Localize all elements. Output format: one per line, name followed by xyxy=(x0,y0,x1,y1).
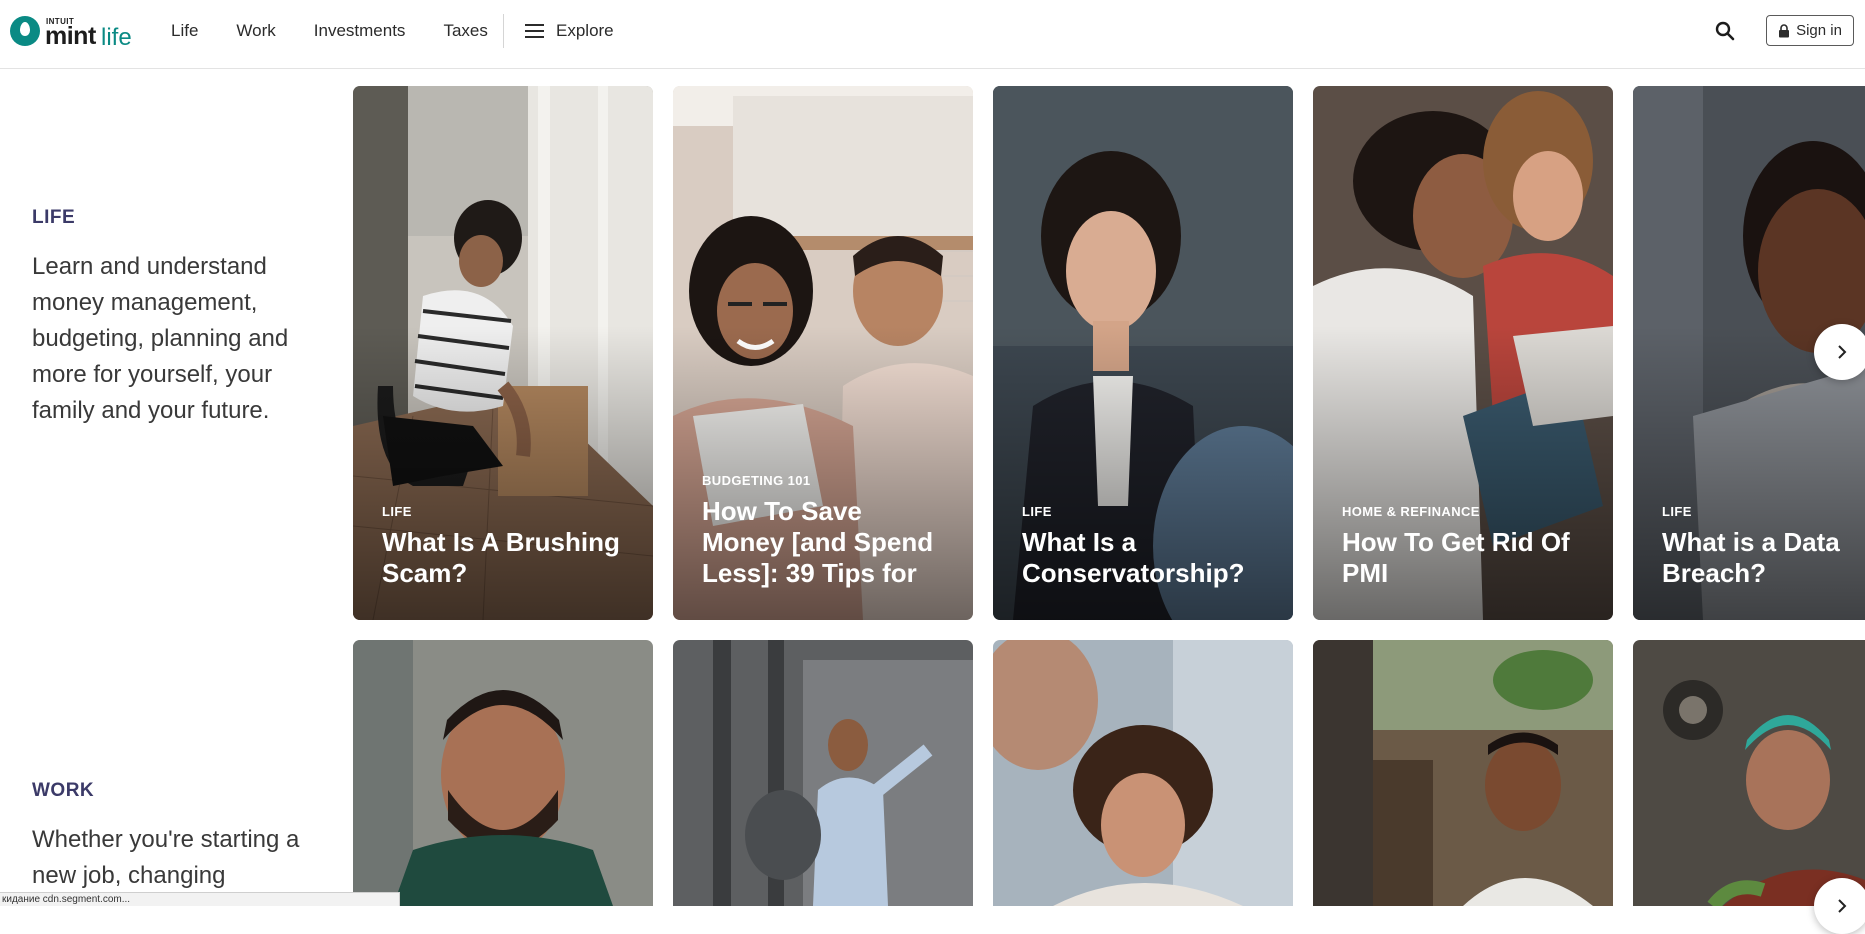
card-text: HOME & REFINANCE How To Get Rid Of PMI xyxy=(1342,504,1589,589)
work-article-card-2[interactable] xyxy=(673,640,973,906)
card-image xyxy=(1633,640,1865,906)
card-title[interactable]: What Is A Brushing Scam? xyxy=(382,527,629,589)
nav-investments[interactable]: Investments xyxy=(314,21,406,41)
logo-life-text: life xyxy=(101,24,132,51)
chevron-right-icon xyxy=(1838,345,1847,359)
card-title[interactable]: How To Save Money [and Spend Less]: 39 T… xyxy=(702,496,949,589)
work-article-card-4[interactable] xyxy=(1313,640,1613,906)
card-text: LIFE What Is A Brushing Scam? xyxy=(382,504,629,589)
lock-icon xyxy=(1779,23,1790,37)
life-section-intro: LIFE Learn and understand money manageme… xyxy=(32,207,302,429)
work-article-card-1[interactable] xyxy=(353,640,653,906)
site-header: INTUIT mint life Life Work Investments T… xyxy=(0,0,1865,69)
article-card-pmi[interactable]: HOME & REFINANCE How To Get Rid Of PMI xyxy=(1313,86,1613,620)
card-image xyxy=(673,640,973,906)
card-title[interactable]: What is a Data Breach? xyxy=(1662,527,1841,589)
card-text: LIFE What is a Data Breach? xyxy=(1662,504,1841,589)
card-title[interactable]: What Is a Conservatorship? xyxy=(1022,527,1269,589)
work-article-card-3[interactable] xyxy=(993,640,1293,906)
card-image xyxy=(993,640,1293,906)
card-image xyxy=(353,640,653,906)
explore-menu-button[interactable]: Explore xyxy=(525,0,614,61)
mint-leaf-icon xyxy=(10,16,40,46)
card-category[interactable]: LIFE xyxy=(382,504,629,519)
article-card-save-money[interactable]: BUDGETING 101 How To Save Money [and Spe… xyxy=(673,86,973,620)
work-section-title[interactable]: WORK xyxy=(32,780,302,802)
search-button[interactable] xyxy=(1713,19,1737,43)
logo-mint-text: mint xyxy=(45,22,96,50)
sign-in-label: Sign in xyxy=(1796,22,1842,39)
life-section-description: Learn and understand money management, b… xyxy=(32,253,289,424)
work-carousel-next-button[interactable] xyxy=(1814,878,1865,934)
explore-label: Explore xyxy=(556,20,614,40)
work-article-card-5[interactable] xyxy=(1633,640,1865,906)
chevron-right-icon xyxy=(1838,899,1847,913)
card-image xyxy=(1313,640,1613,906)
logo-wordmark: INTUIT mint life xyxy=(45,14,137,51)
work-section-description: Whether you're starting a new job, chang… xyxy=(32,826,300,889)
card-category[interactable]: LIFE xyxy=(1022,504,1269,519)
card-title[interactable]: How To Get Rid Of PMI xyxy=(1342,527,1589,589)
article-card-conservatorship[interactable]: LIFE What Is a Conservatorship? xyxy=(993,86,1293,620)
card-category[interactable]: LIFE xyxy=(1662,504,1841,519)
nav-life[interactable]: Life xyxy=(171,21,198,41)
browser-status-bar: кидание cdn.segment.com... xyxy=(0,892,400,906)
nav-taxes[interactable]: Taxes xyxy=(443,21,487,41)
nav-work[interactable]: Work xyxy=(236,21,275,41)
main-nav: Life Work Investments Taxes xyxy=(171,0,526,61)
card-text: BUDGETING 101 How To Save Money [and Spe… xyxy=(702,473,949,589)
sign-in-button[interactable]: Sign in xyxy=(1766,15,1854,46)
nav-divider xyxy=(503,14,504,48)
search-icon xyxy=(1715,21,1735,41)
mintlife-logo[interactable]: INTUIT mint life xyxy=(10,14,137,51)
life-section-title[interactable]: LIFE xyxy=(32,207,302,229)
hamburger-menu-icon xyxy=(525,23,544,38)
life-carousel-next-button[interactable] xyxy=(1814,324,1865,380)
card-category[interactable]: HOME & REFINANCE xyxy=(1342,504,1589,519)
card-category[interactable]: BUDGETING 101 xyxy=(702,473,949,488)
card-text: LIFE What Is a Conservatorship? xyxy=(1022,504,1269,589)
article-card-brushing-scam[interactable]: LIFE What Is A Brushing Scam? xyxy=(353,86,653,620)
work-section-intro: WORK Whether you're starting a new job, … xyxy=(32,780,302,894)
